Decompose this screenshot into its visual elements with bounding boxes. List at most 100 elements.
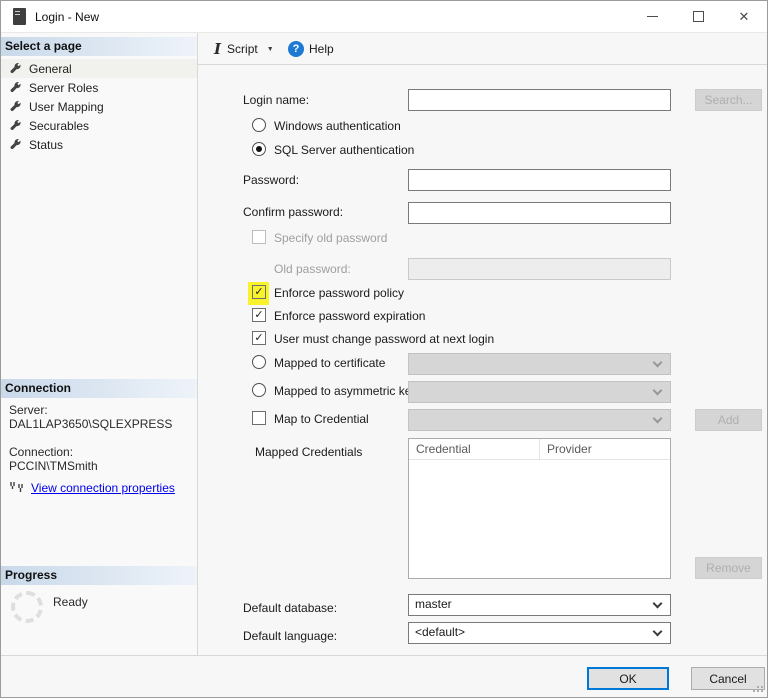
sidebar: Select a page General Server Roles User … xyxy=(1,33,198,655)
password-input[interactable] xyxy=(408,169,671,191)
specify-old-password-label: Specify old password xyxy=(274,231,387,245)
sql-server-authentication-label: SQL Server authentication xyxy=(274,143,414,157)
connection-label: Connection: xyxy=(9,445,73,459)
check-icon: ✓ xyxy=(254,333,263,344)
script-icon: I xyxy=(214,42,221,57)
table-header-row: Credential Provider xyxy=(409,439,670,460)
enforce-password-policy-checkbox[interactable]: ✓ xyxy=(252,285,266,299)
login-name-label: Login name: xyxy=(243,93,309,107)
column-header-provider: Provider xyxy=(540,439,670,459)
connection-properties-icon xyxy=(9,481,25,495)
wrench-icon xyxy=(9,138,22,151)
enforce-password-policy-label: Enforce password policy xyxy=(274,286,404,300)
sidebar-item-user-mapping[interactable]: User Mapping xyxy=(1,97,197,116)
close-icon: ✕ xyxy=(739,9,750,25)
password-label: Password: xyxy=(243,173,299,187)
wrench-icon xyxy=(9,119,22,132)
ok-button[interactable]: OK xyxy=(587,667,669,690)
mapped-to-asymmetric-key-radio[interactable] xyxy=(252,383,266,397)
map-to-credential-label: Map to Credential xyxy=(274,412,369,426)
maximize-icon xyxy=(693,11,704,22)
column-header-credential: Credential xyxy=(409,439,540,459)
check-icon: ✓ xyxy=(254,287,263,298)
close-button[interactable]: ✕ xyxy=(721,1,767,32)
mapped-credentials-table[interactable]: Credential Provider xyxy=(408,438,671,579)
progress-header: Progress xyxy=(1,566,197,585)
sidebar-item-general[interactable]: General xyxy=(1,59,197,78)
add-button[interactable]: Add xyxy=(695,409,762,431)
check-icon: ✓ xyxy=(254,310,263,321)
enforce-password-expiration-label: Enforce password expiration xyxy=(274,309,425,323)
help-label: Help xyxy=(309,42,334,56)
help-icon: ? xyxy=(288,41,304,57)
app-icon xyxy=(13,8,26,25)
default-database-combo[interactable]: master xyxy=(408,594,671,616)
select-a-page-header: Select a page xyxy=(1,37,197,56)
sidebar-item-label: Securables xyxy=(29,119,89,133)
cancel-button[interactable]: Cancel xyxy=(691,667,765,690)
mapped-credentials-label: Mapped Credentials xyxy=(255,445,362,459)
help-button[interactable]: ? Help xyxy=(284,37,338,61)
specify-old-password-checkbox[interactable] xyxy=(252,230,266,244)
progress-spinner-icon xyxy=(11,591,43,623)
title-bar: Login - New ✕ xyxy=(1,1,767,33)
chevron-down-icon xyxy=(653,599,663,609)
minimize-icon xyxy=(647,16,658,17)
asymmetric-key-combo[interactable] xyxy=(408,381,671,403)
script-dropdown-caret-icon[interactable]: ▼ xyxy=(264,46,277,53)
enforce-password-expiration-checkbox[interactable]: ✓ xyxy=(252,308,266,322)
remove-button[interactable]: Remove xyxy=(695,557,762,579)
sidebar-item-label: User Mapping xyxy=(29,100,104,114)
sidebar-item-securables[interactable]: Securables xyxy=(1,116,197,135)
chevron-down-icon xyxy=(653,627,663,637)
mapped-to-asymmetric-key-label: Mapped to asymmetric key xyxy=(274,384,417,398)
sidebar-item-status[interactable]: Status xyxy=(1,135,197,154)
default-database-value: master xyxy=(415,597,452,611)
chevron-down-icon xyxy=(653,414,663,424)
chevron-down-icon xyxy=(653,358,663,368)
resize-grip[interactable] xyxy=(761,682,763,684)
general-page-panel: Login name: Search... Windows authentica… xyxy=(199,66,767,655)
confirm-password-label: Confirm password: xyxy=(243,205,343,219)
sidebar-item-label: General xyxy=(29,62,72,76)
button-bar: OK Cancel xyxy=(1,655,767,697)
view-connection-properties-link[interactable]: View connection properties xyxy=(31,481,175,495)
old-password-label: Old password: xyxy=(274,262,351,276)
server-label: Server: xyxy=(9,403,48,417)
default-language-label: Default language: xyxy=(243,629,337,643)
user-must-change-password-label: User must change password at next login xyxy=(274,332,494,346)
maximize-button[interactable] xyxy=(675,1,721,32)
old-password-input[interactable] xyxy=(408,258,671,280)
login-name-input[interactable] xyxy=(408,89,671,111)
login-new-dialog: Login - New ✕ I Script ▼ ? Help Select a… xyxy=(0,0,768,698)
chevron-down-icon xyxy=(653,386,663,396)
window-title: Login - New xyxy=(35,10,99,24)
connection-header: Connection xyxy=(1,379,197,398)
certificate-combo[interactable] xyxy=(408,353,671,375)
wrench-icon xyxy=(9,62,22,75)
mapped-to-certificate-label: Mapped to certificate xyxy=(274,356,385,370)
script-button[interactable]: I Script ▼ xyxy=(210,37,281,61)
map-to-credential-checkbox[interactable] xyxy=(252,411,266,425)
wrench-icon xyxy=(9,81,22,94)
script-label: Script xyxy=(227,42,258,56)
windows-authentication-label: Windows authentication xyxy=(274,119,401,133)
dialog-toolbar: I Script ▼ ? Help xyxy=(198,33,767,65)
default-language-value: <default> xyxy=(415,625,465,639)
sidebar-item-label: Server Roles xyxy=(29,81,98,95)
minimize-button[interactable] xyxy=(629,1,675,32)
server-value: DAL1LAP3650\SQLEXPRESS xyxy=(9,417,172,431)
default-database-label: Default database: xyxy=(243,601,337,615)
default-language-combo[interactable]: <default> xyxy=(408,622,671,644)
sidebar-item-label: Status xyxy=(29,138,63,152)
credential-combo[interactable] xyxy=(408,409,671,431)
sidebar-item-server-roles[interactable]: Server Roles xyxy=(1,78,197,97)
connection-value: PCCIN\TMSmith xyxy=(9,459,98,473)
user-must-change-password-checkbox[interactable]: ✓ xyxy=(252,331,266,345)
search-button[interactable]: Search... xyxy=(695,89,762,111)
confirm-password-input[interactable] xyxy=(408,202,671,224)
mapped-to-certificate-radio[interactable] xyxy=(252,355,266,369)
windows-authentication-radio[interactable] xyxy=(252,118,266,132)
sql-server-authentication-radio[interactable] xyxy=(252,142,266,156)
wrench-icon xyxy=(9,100,22,113)
